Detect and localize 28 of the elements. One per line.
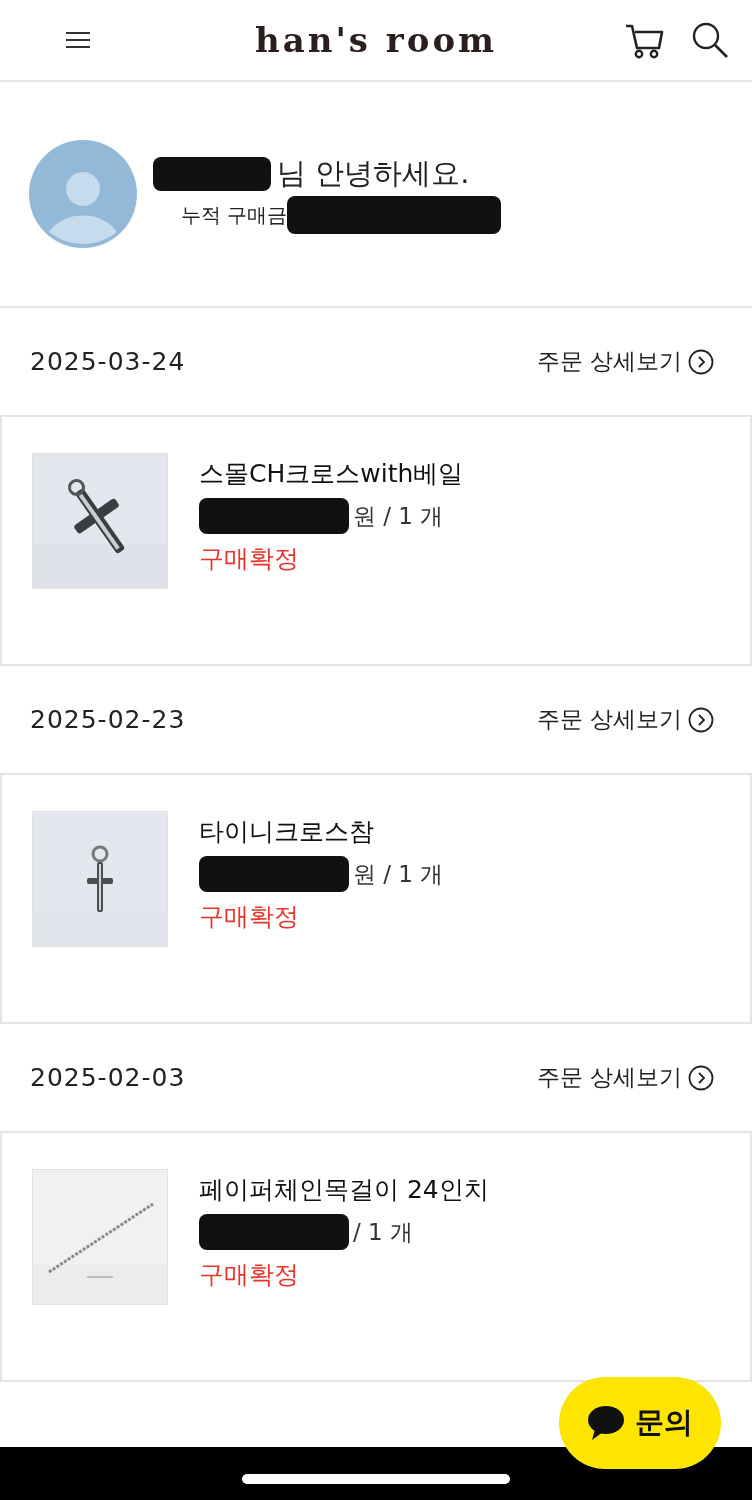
order-detail-link[interactable]: 주문 상세보기 bbox=[536, 704, 714, 735]
speech-bubble-icon bbox=[587, 1405, 625, 1441]
order-detail-link[interactable]: 주문 상세보기 bbox=[536, 1062, 714, 1093]
chevron-circle-icon bbox=[688, 1064, 714, 1091]
price-quantity-text: 원 / 1 개 bbox=[353, 859, 444, 889]
menu-icon bbox=[64, 29, 92, 51]
chevron-circle-icon bbox=[688, 348, 714, 375]
order-date: 2025-03-24 bbox=[30, 347, 186, 376]
search-icon bbox=[690, 20, 730, 60]
total-label: 누적 구매금 bbox=[181, 201, 288, 229]
order-date: 2025-02-23 bbox=[30, 705, 186, 734]
product-name[interactable]: 타이니크로스참 bbox=[199, 815, 444, 848]
product-name[interactable]: 스몰CH크로스with베일 bbox=[199, 457, 464, 490]
price-quantity-text: 원 / 1 개 bbox=[353, 501, 444, 531]
menu-button[interactable] bbox=[64, 29, 92, 51]
search-button[interactable] bbox=[690, 20, 730, 60]
avatar-icon bbox=[29, 140, 137, 248]
store-logo[interactable]: han's room bbox=[246, 20, 506, 60]
chevron-circle-icon bbox=[688, 706, 714, 733]
product-name[interactable]: 페이퍼체인목걸이 24인치 bbox=[199, 1173, 489, 1206]
greeting-text: 님 안녕하세요. bbox=[277, 155, 470, 192]
order-status: 구매확정 bbox=[199, 543, 300, 575]
order-date: 2025-02-03 bbox=[30, 1063, 186, 1092]
order-status: 구매확정 bbox=[199, 1259, 300, 1291]
price-quantity-text: / 1 개 bbox=[353, 1217, 413, 1247]
order-status: 구매확정 bbox=[199, 901, 300, 933]
order-detail-link[interactable]: 주문 상세보기 bbox=[536, 346, 714, 377]
inquiry-button[interactable]: 문의 bbox=[559, 1377, 721, 1469]
